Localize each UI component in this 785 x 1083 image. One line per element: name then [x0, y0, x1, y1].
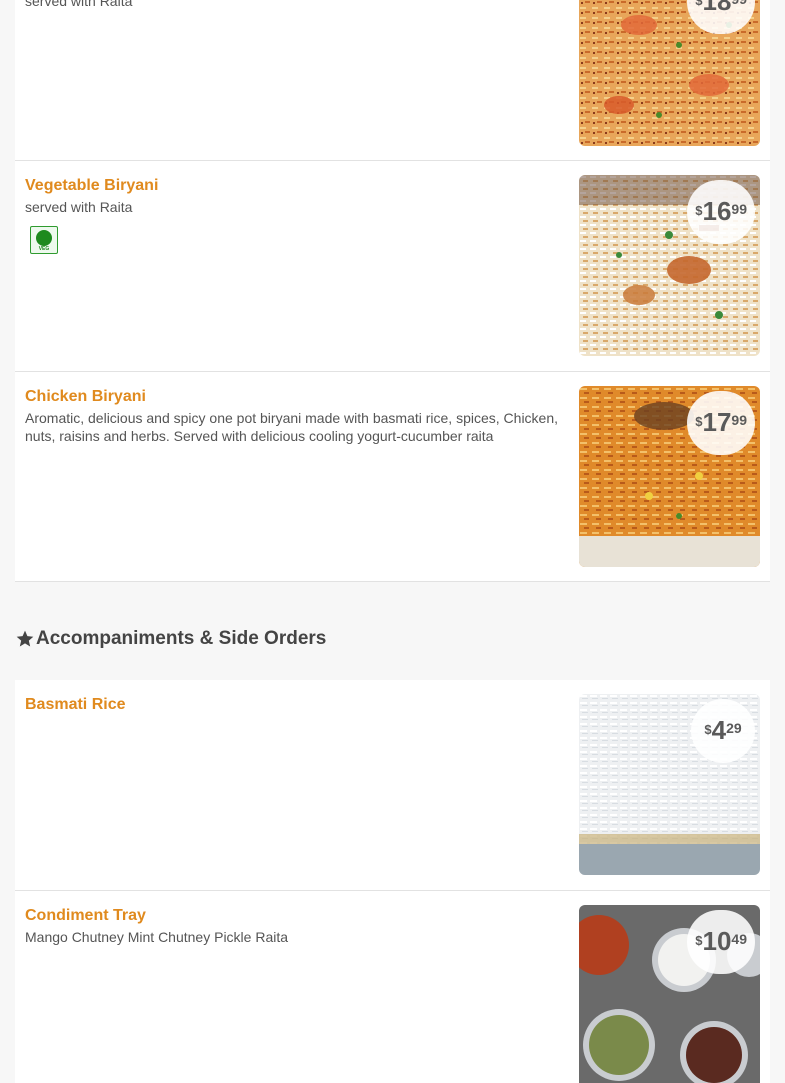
menu-item[interactable]: Basmati Rice $ 4 29 [15, 680, 770, 891]
veg-label: VEG [38, 246, 50, 252]
veg-dot [36, 230, 52, 246]
veg-badge-icon: VEG [30, 226, 58, 254]
basmati-rice-photo[interactable]: $ 4 29 [579, 694, 760, 875]
star-icon [16, 630, 34, 647]
price-dollars: 4 [711, 715, 727, 745]
condiment-tray-photo[interactable]: $ 10 49 [579, 905, 760, 1083]
menu-item[interactable]: Vegetable Biryani served with Raita VEG [15, 161, 770, 372]
price-currency: $ [695, 933, 703, 948]
item-description: Aromatic, delicious and spicy one pot bi… [25, 410, 559, 444]
item-description: Mango Chutney Mint Chutney Pickle Raita [25, 929, 289, 945]
price-cents: 99 [731, 412, 747, 428]
price-cents: 49 [731, 931, 747, 947]
price-badge: $ 10 49 [687, 910, 755, 974]
price-currency: $ [695, 414, 703, 429]
price-currency: $ [695, 0, 703, 8]
item-name[interactable]: Basmati Rice [25, 696, 126, 714]
price-dollars: 10 [702, 926, 732, 956]
menu-item[interactable]: served with Raita $ 18 99 [15, 0, 770, 161]
vegetable-biryani-photo[interactable]: $ 16 99 [579, 175, 760, 356]
item-name[interactable]: Vegetable Biryani [25, 177, 158, 195]
price-dollars: 17 [702, 407, 732, 437]
price-badge: $ 17 99 [687, 391, 755, 455]
item-name[interactable]: Chicken Biryani [25, 388, 146, 406]
price-dollars: 16 [702, 196, 732, 226]
price-cents: 29 [726, 720, 742, 736]
price-cents: 99 [731, 201, 747, 217]
item-name[interactable]: Condiment Tray [25, 907, 146, 925]
biryani-shrimp-photo[interactable]: $ 18 99 [579, 0, 760, 146]
chicken-biryani-photo[interactable]: $ 17 99 [579, 386, 760, 567]
menu-item[interactable]: Chicken Biryani Aromatic, delicious and … [15, 372, 770, 582]
item-description: served with Raita [25, 199, 133, 215]
price-badge: $ 4 29 [691, 699, 755, 763]
section-title-text: Accompaniments & Side Orders [36, 628, 327, 649]
price-dollars: 18 [702, 0, 732, 16]
menu-item[interactable]: Condiment Tray Mango Chutney Mint Chutne… [15, 891, 770, 1083]
price-currency: $ [695, 203, 703, 218]
price-currency: $ [704, 722, 712, 737]
price-badge: $ 16 99 [687, 180, 755, 244]
price-cents: 99 [731, 0, 747, 7]
item-description: served with Raita [25, 0, 133, 9]
section-title: Accompaniments & Side Orders [15, 628, 326, 650]
